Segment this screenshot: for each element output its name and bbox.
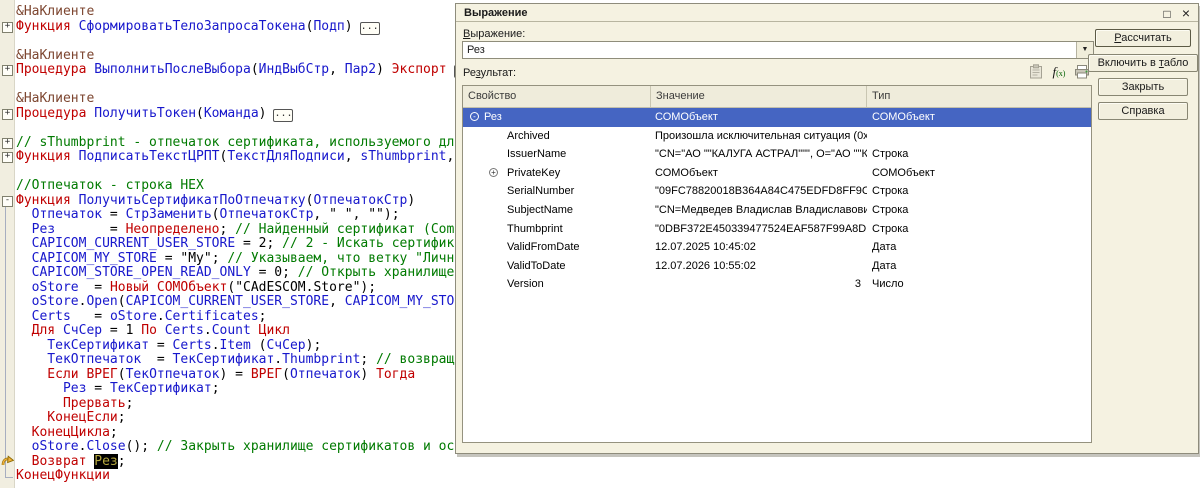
property-name: IssuerName xyxy=(463,145,566,164)
editor-gutter: + + + + + - xyxy=(0,0,15,488)
property-type: Строка xyxy=(867,182,1091,201)
column-header-type[interactable]: Тип xyxy=(867,86,1091,107)
collapsed-code-marker[interactable]: ... xyxy=(273,109,293,122)
table-row[interactable]: -Рез СОМОбъектСОМОбъект xyxy=(463,108,1091,127)
property-name: PrivateKey xyxy=(463,164,560,183)
property-value: "CN=Медведев Владислав Владиславович, … xyxy=(651,201,867,220)
add-to-watch-button[interactable]: Включить в табло xyxy=(1088,54,1198,72)
maximize-icon[interactable]: □ xyxy=(1159,5,1175,23)
property-name: Version xyxy=(463,275,544,294)
calculate-button[interactable]: Рассчитать xyxy=(1095,29,1191,47)
code-line[interactable]: Возврат Рез; xyxy=(16,455,1200,470)
property-value: "0DBF372E450339477524EAF587F99A8D141… xyxy=(651,220,867,239)
result-table: Свойство Значение Тип -РезСОМОбъектСОМОб… xyxy=(462,85,1092,443)
fold-plus-icon[interactable]: + xyxy=(2,22,13,33)
fold-plus-icon[interactable]: + xyxy=(2,65,13,76)
property-value: 12.07.2026 10:55:02 xyxy=(651,257,867,276)
property-name: Рез xyxy=(463,108,502,127)
evaluated-expression-highlight: Рез xyxy=(94,454,117,469)
fold-minus-icon[interactable]: - xyxy=(2,196,13,207)
property-name: ValidToDate xyxy=(463,257,566,276)
expression-label: Выражение: xyxy=(463,28,525,41)
table-row[interactable]: SubjectName "CN=Медведев Владислав Владис… xyxy=(463,201,1091,220)
expand-plus-icon[interactable]: + xyxy=(489,168,498,177)
table-row[interactable]: Version 3Число xyxy=(463,275,1091,294)
property-type xyxy=(867,127,1091,146)
table-row[interactable]: IssuerName "CN="АО ""КАЛУГА АСТРАЛ""", О=… xyxy=(463,145,1091,164)
property-value: 12.07.2025 10:45:02 xyxy=(651,238,867,257)
property-type: Строка xyxy=(867,201,1091,220)
property-value: СОМОбъект xyxy=(651,164,867,183)
property-type: Строка xyxy=(867,145,1091,164)
property-type: Дата xyxy=(867,257,1091,276)
table-row[interactable]: Thumbprint "0DBF372E450339477524EAF587F99… xyxy=(463,220,1091,239)
table-row[interactable]: ValidToDate 12.07.2026 10:55:02Дата xyxy=(463,257,1091,276)
fx-icon[interactable]: f(x) xyxy=(1049,64,1069,80)
property-value: Произошла исключительная ситуация (0x80… xyxy=(651,127,867,146)
table-row[interactable]: +PrivateKey СОМОбъектСОМОбъект xyxy=(463,164,1091,183)
property-name: SerialNumber xyxy=(463,182,574,201)
property-type: Дата xyxy=(867,238,1091,257)
property-value: "CN="АО ""КАЛУГА АСТРАЛ""", О="АО ""К… xyxy=(651,145,867,164)
clipboard-icon[interactable] xyxy=(1026,64,1046,80)
table-row[interactable]: ValidFromDate 12.07.2025 10:45:02Дата xyxy=(463,238,1091,257)
expression-value: Рез xyxy=(467,42,485,58)
property-type: Число xyxy=(867,275,1091,294)
property-name: Archived xyxy=(463,127,550,146)
property-value: 3 xyxy=(651,275,867,294)
property-name: ValidFromDate xyxy=(463,238,580,257)
expression-dialog: Выражение □ × Выражение: Рез ▼ Результат… xyxy=(455,3,1199,454)
code-block-bracket xyxy=(5,206,13,478)
property-value: СОМОбъект xyxy=(651,108,867,127)
close-icon[interactable]: × xyxy=(1178,4,1194,22)
column-header-property[interactable]: Свойство xyxy=(463,86,651,107)
fold-plus-icon[interactable]: + xyxy=(2,152,13,163)
property-type: СОМОбъект xyxy=(867,164,1091,183)
expression-input[interactable]: Рез ▼ xyxy=(462,41,1094,59)
property-name: SubjectName xyxy=(463,201,573,220)
table-row[interactable]: SerialNumber "09FC78820018B364A84C475EDFD… xyxy=(463,182,1091,201)
dialog-titlebar[interactable]: Выражение □ × xyxy=(456,4,1198,22)
code-line[interactable]: КонецФункции xyxy=(16,469,1200,484)
column-header-value[interactable]: Значение xyxy=(651,86,867,107)
fold-plus-icon[interactable]: + xyxy=(2,109,13,120)
table-row[interactable]: Archived Произошла исключительная ситуаци… xyxy=(463,127,1091,146)
property-value: "09FC78820018B364A84C475EDFD8FF9C43" xyxy=(651,182,867,201)
property-type: Строка xyxy=(867,220,1091,239)
property-type: СОМОбъект xyxy=(867,108,1091,127)
table-header: Свойство Значение Тип xyxy=(463,86,1091,108)
dialog-title: Выражение xyxy=(464,7,527,19)
collapse-minus-icon[interactable]: - xyxy=(470,112,479,121)
help-button[interactable]: Справка xyxy=(1098,102,1188,120)
property-name: Thumbprint xyxy=(463,220,563,239)
screen: +++++- &НаКлиентеФункция СформироватьТел… xyxy=(0,0,1200,488)
close-button[interactable]: Закрыть xyxy=(1098,78,1188,96)
collapsed-code-marker[interactable]: ... xyxy=(360,22,380,35)
fold-plus-icon[interactable]: + xyxy=(2,138,13,149)
result-label: Результат: xyxy=(463,67,516,80)
debug-current-line-icon xyxy=(1,455,14,468)
